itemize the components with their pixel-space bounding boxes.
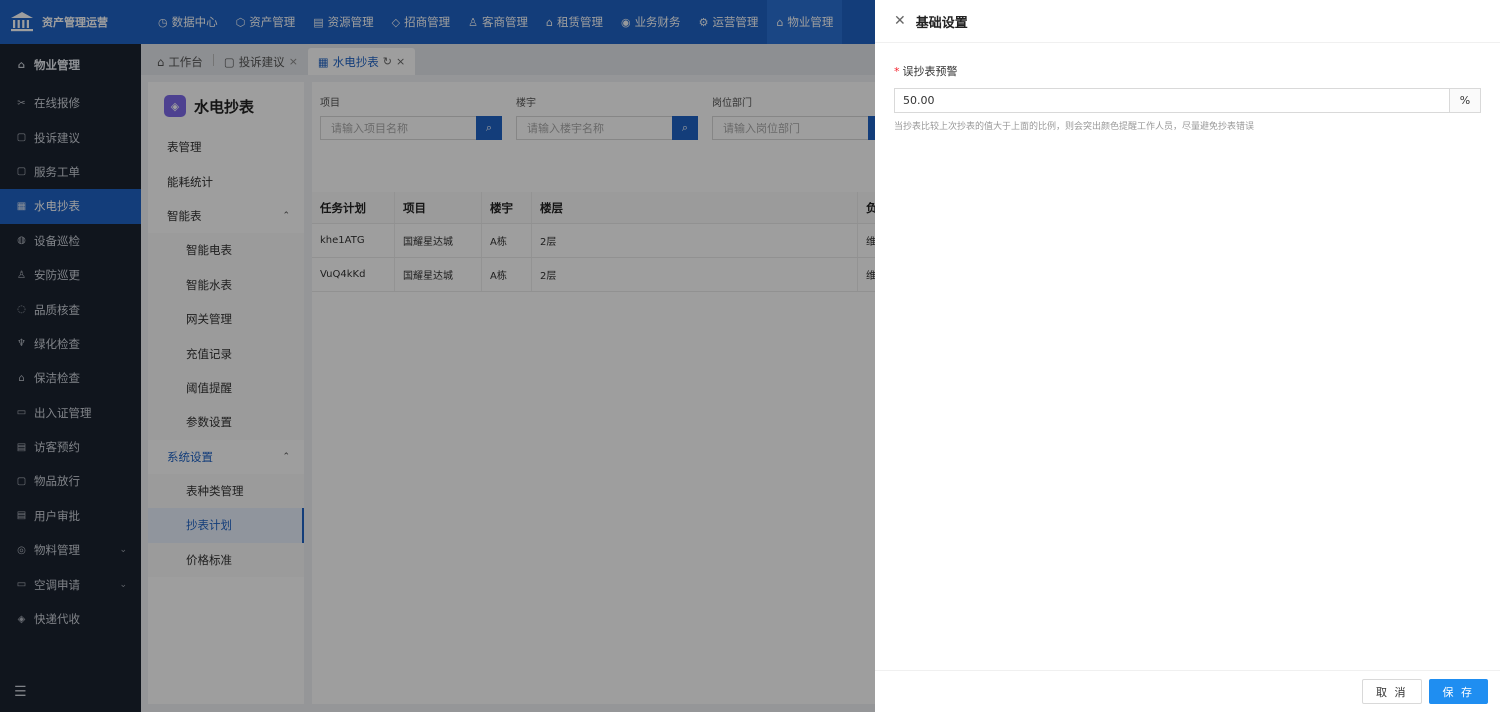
save-button[interactable]: 保 存 <box>1428 679 1488 704</box>
drawer-body: *误抄表预警 % 当抄表比较上次抄表的值大于上面的比例，则会突出颜色提醒工作人员… <box>875 43 1500 132</box>
modal-mask[interactable] <box>0 0 875 712</box>
settings-drawer: ✕ 基础设置 *误抄表预警 % 当抄表比较上次抄表的值大于上面的比例，则会突出颜… <box>875 0 1500 712</box>
field-help-text: 当抄表比较上次抄表的值大于上面的比例，则会突出颜色提醒工作人员，尽量避免抄表错误 <box>894 122 1255 132</box>
cancel-button[interactable]: 取 消 <box>1362 679 1422 704</box>
drawer-footer: 取 消 保 存 <box>875 670 1500 712</box>
drawer-title: 基础设置 <box>915 15 968 31</box>
close-icon[interactable]: ✕ <box>894 13 906 29</box>
required-mark: * <box>894 65 900 78</box>
percent-suffix: % <box>1450 88 1481 113</box>
field-label-text: 误抄表预警 <box>902 65 958 78</box>
warning-ratio-input[interactable] <box>894 88 1450 113</box>
warning-ratio-field: % <box>894 88 1481 113</box>
drawer-header: ✕ 基础设置 <box>875 0 1500 43</box>
field-label: * 误抄表预警 <box>894 63 1481 79</box>
